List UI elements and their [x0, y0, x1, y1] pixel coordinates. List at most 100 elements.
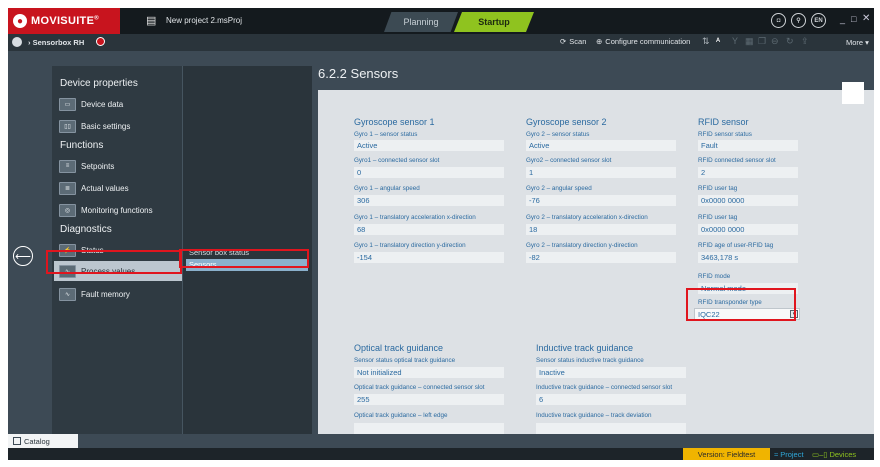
- breadcrumb[interactable]: › Sensorbox RH: [28, 38, 84, 47]
- catalog-tab[interactable]: Catalog: [8, 434, 78, 448]
- maximize-icon[interactable]: □: [851, 14, 856, 24]
- project-link[interactable]: ≈ Project: [774, 450, 804, 459]
- field-value: 3463,178 s: [698, 252, 798, 263]
- scan-button[interactable]: ⟳ Scan: [560, 37, 586, 46]
- monitor-icon[interactable]: ⊖: [771, 36, 779, 47]
- devices-link[interactable]: ▭–▯ Devices: [812, 450, 856, 459]
- catalog-label: Catalog: [24, 436, 50, 446]
- back-arrow-icon[interactable]: ⟵: [13, 246, 33, 266]
- device-icon[interactable]: [12, 37, 22, 47]
- refresh-icon[interactable]: ↻: [786, 36, 794, 47]
- field-value: 306: [354, 195, 504, 206]
- field-label: Gyro2 – connected sensor slot: [526, 157, 612, 164]
- camera-icon[interactable]: ◘: [771, 13, 786, 28]
- nav-item-fault-memory[interactable]: ∿ Fault memory: [54, 284, 184, 304]
- field-label: Sensor status inductive track guidance: [536, 357, 644, 364]
- field-value: -154: [354, 252, 504, 263]
- nav-item-label: Monitoring functions: [81, 205, 153, 215]
- field-value: 0x0000 0000: [698, 195, 798, 206]
- field-value: 1: [526, 167, 676, 178]
- field-label: Gyro 1 – translatory direction y-directi…: [354, 242, 466, 249]
- basic-settings-icon: ▯▯: [59, 119, 76, 133]
- project-file-icon[interactable]: ▤: [146, 14, 158, 27]
- field-value: [536, 423, 686, 434]
- nav-item-setpoints[interactable]: ≡ Setpoints: [54, 156, 184, 176]
- panel-corner-box: [842, 82, 864, 104]
- nav-item-basic-settings[interactable]: ▯▯ Basic settings: [54, 116, 184, 136]
- group-title-inductive: Inductive track guidance: [536, 343, 634, 353]
- device-data-icon: ▭: [59, 97, 76, 111]
- toolbar: › Sensorbox RH ⟳ Scan ⊕ Configure communic…: [8, 34, 874, 51]
- nav-item-label: Device data: [81, 99, 124, 109]
- language-label: EN: [814, 17, 823, 24]
- copy-icon[interactable]: ❐: [758, 36, 766, 47]
- nav-header-functions: Functions: [60, 140, 104, 151]
- field-label: Gyro 1 – sensor status: [354, 131, 418, 138]
- upload-icon[interactable]: ⇪: [801, 36, 809, 47]
- setpoints-icon: ≡: [59, 159, 76, 173]
- field-label: Gyro 2 – translatory direction y-directi…: [526, 242, 638, 249]
- title-bar: ● MOVISUITE® ▤ New project 2.msProj Plan…: [8, 8, 874, 34]
- highlight-frame: [179, 249, 309, 268]
- field-value: Active: [354, 140, 504, 151]
- plug-icon: ⊕: [596, 37, 603, 46]
- search-icon[interactable]: ⚲: [791, 13, 806, 28]
- configure-communication-button[interactable]: ⊕ Configure communication: [596, 37, 690, 46]
- field-label: Sensor status optical track guidance: [354, 357, 456, 364]
- tab-startup[interactable]: Startup: [454, 12, 534, 32]
- breadcrumb-label: Sensorbox RH: [32, 38, 85, 47]
- person-icon[interactable]: ᴬ: [716, 36, 720, 46]
- close-icon[interactable]: ✕: [862, 13, 870, 24]
- minimize-icon[interactable]: _: [840, 14, 845, 24]
- group-title-optical: Optical track guidance: [354, 343, 444, 353]
- fault-memory-icon: ∿: [59, 287, 76, 301]
- field-value: 0: [354, 167, 504, 178]
- page-title: 6.2.2 Sensors: [318, 66, 399, 81]
- field-value: Inactive: [536, 367, 686, 378]
- field-value: [354, 423, 504, 434]
- more-button[interactable]: More ▾: [846, 38, 869, 47]
- nav-item-monitoring-functions[interactable]: ◎ Monitoring functions: [54, 200, 184, 220]
- field-label: RFID connected sensor slot: [698, 157, 776, 164]
- field-value: 0x0000 0000: [698, 224, 798, 235]
- left-rail: ⟵: [8, 51, 52, 434]
- field-label: Gyro 1 – angular speed: [354, 185, 420, 192]
- nav-header-device-properties: Device properties: [60, 78, 138, 89]
- nav-item-label: Basic settings: [81, 121, 131, 131]
- tab-planning[interactable]: Planning: [384, 12, 458, 32]
- language-button[interactable]: EN: [811, 13, 826, 28]
- field-label: RFID age of user-RFID tag: [698, 242, 774, 249]
- nav-item-label: Actual values: [81, 183, 129, 193]
- monitoring-icon: ◎: [59, 203, 76, 217]
- device-status-badge: [96, 37, 105, 46]
- connect-icon[interactable]: ⇅: [702, 36, 710, 47]
- field-label: Optical track guidance – connected senso…: [354, 384, 485, 391]
- field-label: Gyro 2 – translatory acceleration x-dire…: [526, 214, 648, 221]
- field-value: -82: [526, 252, 676, 263]
- logo-icon: ●: [13, 14, 27, 28]
- nav-item-label: Setpoints: [81, 161, 115, 171]
- brand-text: MOVISUITE: [31, 15, 95, 27]
- brand-name: MOVISUITE®: [31, 15, 99, 27]
- field-label: Optical track guidance – left edge: [354, 412, 448, 419]
- nav-item-device-data[interactable]: ▭ Device data: [54, 94, 184, 114]
- field-label: Gyro 1 – translatory acceleration x-dire…: [354, 214, 476, 221]
- group-title-rfid: RFID sensor: [698, 117, 749, 127]
- field-value: 2: [698, 167, 798, 178]
- brand: ● MOVISUITE®: [8, 8, 120, 34]
- field-label: RFID user tag: [698, 214, 738, 221]
- group-title-gyro1: Gyroscope sensor 1: [354, 117, 435, 127]
- field-value: Fault: [698, 140, 798, 151]
- tab-planning-label: Planning: [403, 17, 439, 27]
- sensor-values-panel: Gyroscope sensor 1 Gyro 1 – sensor statu…: [318, 82, 874, 434]
- field-label: RFID user tag: [698, 185, 738, 192]
- field-value: Active: [526, 140, 676, 151]
- filter-icon[interactable]: Y: [732, 36, 738, 46]
- field-value: 6: [536, 394, 686, 405]
- nav-item-actual-values[interactable]: ≣ Actual values: [54, 178, 184, 198]
- grid-icon[interactable]: ▦: [745, 36, 754, 47]
- tab-startup-label: Startup: [478, 17, 510, 27]
- highlight-frame: [686, 288, 796, 321]
- scan-icon: ⟳: [560, 37, 567, 46]
- project-name: New project 2.msProj: [166, 16, 243, 25]
